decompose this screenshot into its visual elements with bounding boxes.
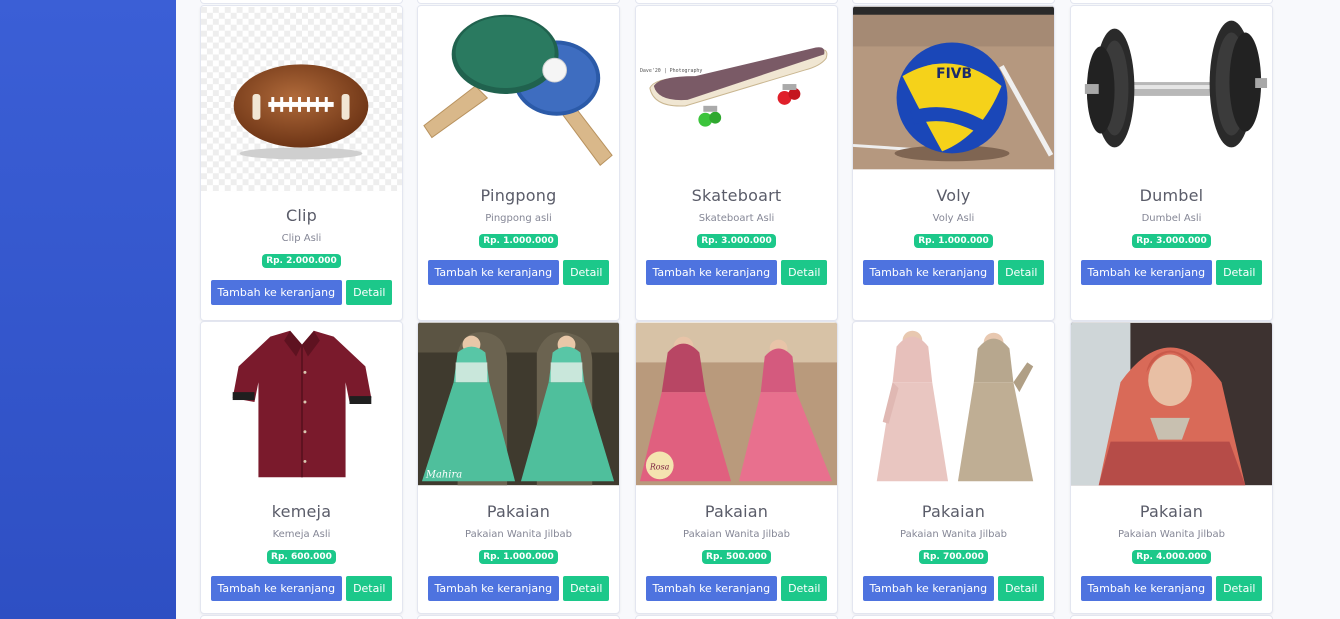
card-stub [635,615,838,619]
price-badge: Rp. 3.000.000 [1132,234,1211,248]
detail-button[interactable]: Detail [781,576,828,601]
product-name: Pakaian [486,502,551,521]
detail-button[interactable]: Detail [998,260,1045,285]
image-caption: FIVB [936,66,972,82]
detail-button[interactable]: Detail [346,280,393,305]
add-to-cart-button[interactable]: Tambah ke keranjang [427,260,560,285]
product-card: Clip Clip Asli Rp. 2.000.000 Tambah ke k… [200,5,403,321]
product-image[interactable]: Rosa [636,322,837,486]
product-image[interactable] [201,6,402,192]
add-to-cart-button[interactable]: Tambah ke keranjang [645,260,778,285]
product-image[interactable] [418,6,619,170]
card-stub [417,615,620,619]
product-image[interactable]: Dave'20 | Photography [636,6,837,170]
product-card: Dave'20 | Photography Skateboart Skatebo… [635,5,838,321]
product-image[interactable] [853,322,1054,486]
product-card: kemeja Kemeja Asli Rp. 600.000 Tambah ke… [200,321,403,614]
price-badge: Rp. 1.000.000 [479,234,558,248]
football-image [201,6,402,192]
product-description: Pakaian Wanita Jilbab [465,529,572,540]
shirt-image [201,322,402,486]
product-name: Pakaian [704,502,769,521]
card-stub [852,0,1055,4]
product-card: Pakaian Pakaian Wanita Jilbab Rp. 700.00… [852,321,1055,614]
product-image[interactable] [1071,6,1272,170]
detail-button[interactable]: Detail [563,576,610,601]
price-badge: Rp. 700.000 [919,550,988,564]
detail-button[interactable]: Detail [346,576,393,601]
product-card: Pingpong Pingpong asli Rp. 1.000.000 Tam… [417,5,620,321]
product-description: Voly Asli [932,213,975,224]
product-description: Pakaian Wanita Jilbab [900,529,1007,540]
product-image[interactable]: Mahira [418,322,619,486]
product-card: Mahira Pakaian Pakaian Wanita Jilbab Rp.… [417,321,620,614]
image-caption: Rosa [649,462,670,471]
card-stub [1070,615,1273,619]
product-description: Pakaian Wanita Jilbab [1118,529,1225,540]
price-badge: Rp. 2.000.000 [262,254,341,268]
detail-button[interactable]: Detail [1216,576,1263,601]
add-to-cart-button[interactable]: Tambah ke keranjang [645,576,778,601]
product-description: Pakaian Wanita Jilbab [683,529,790,540]
price-badge: Rp. 600.000 [267,550,336,564]
product-name: Skateboart [691,186,782,205]
product-image[interactable] [201,322,402,486]
product-name: Voly [936,186,971,205]
dumbbell-image [1071,6,1272,170]
card-stub [852,615,1055,619]
pingpong-image [418,6,619,170]
product-image[interactable]: FIVB [853,6,1054,170]
product-description: Kemeja Asli [272,529,331,540]
price-badge: Rp. 1.000.000 [914,234,993,248]
add-to-cart-button[interactable]: Tambah ke keranjang [427,576,560,601]
product-name: Pakaian [921,502,986,521]
hijab-coral-image [1071,322,1272,486]
price-badge: Rp. 1.000.000 [479,550,558,564]
add-to-cart-button[interactable]: Tambah ke keranjang [210,576,343,601]
product-description: Pingpong asli [485,213,552,224]
detail-button[interactable]: Detail [998,576,1045,601]
sidebar [0,0,176,619]
product-image[interactable] [1071,322,1272,486]
detail-button[interactable]: Detail [1216,260,1263,285]
product-card: Pakaian Pakaian Wanita Jilbab Rp. 4.000.… [1070,321,1273,614]
add-to-cart-button[interactable]: Tambah ke keranjang [862,260,995,285]
card-stub [417,0,620,4]
product-name: Dumbel [1139,186,1204,205]
dress-green-image: Mahira [418,322,619,486]
dress-beige-image [853,322,1054,486]
detail-button[interactable]: Detail [563,260,610,285]
card-stub [635,0,838,4]
product-card: Rosa Pakaian Pakaian Wanita Jilbab Rp. 5… [635,321,838,614]
product-name: Clip [285,206,318,225]
product-description: Dumbel Asli [1141,213,1202,224]
image-caption: Dave'20 | Photography [640,68,702,74]
product-description: Clip Asli [281,233,322,244]
add-to-cart-button[interactable]: Tambah ke keranjang [210,280,343,305]
dress-pink-image: Rosa [636,322,837,486]
product-name: Pakaian [1139,502,1204,521]
card-stub [200,0,403,4]
product-grid: Clip Clip Asli Rp. 2.000.000 Tambah ke k… [176,0,1340,619]
price-badge: Rp. 3.000.000 [697,234,776,248]
skateboard-image: Dave'20 | Photography [636,6,837,170]
add-to-cart-button[interactable]: Tambah ke keranjang [862,576,995,601]
volleyball-image: FIVB [853,6,1054,170]
add-to-cart-button[interactable]: Tambah ke keranjang [1080,576,1213,601]
image-caption: Mahira [425,469,462,480]
card-stub [200,615,403,619]
add-to-cart-button[interactable]: Tambah ke keranjang [1080,260,1213,285]
product-name: Pingpong [480,186,557,205]
product-name: kemeja [271,502,332,521]
product-card: FIVB Voly Voly Asli Rp. 1.000.000 Tambah… [852,5,1055,321]
price-badge: Rp. 500.000 [702,550,771,564]
price-badge: Rp. 4.000.000 [1132,550,1211,564]
product-description: Skateboart Asli [698,213,775,224]
product-card: Dumbel Dumbel Asli Rp. 3.000.000 Tambah … [1070,5,1273,321]
detail-button[interactable]: Detail [781,260,828,285]
card-stub [1070,0,1273,4]
